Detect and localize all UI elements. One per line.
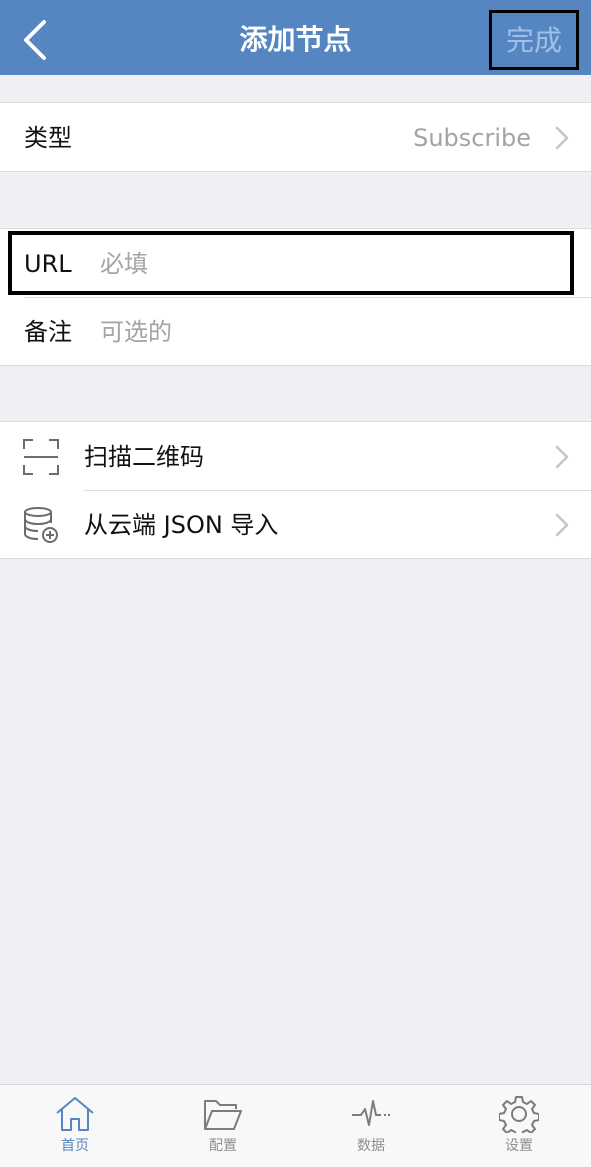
tab-data-label: 数据 bbox=[357, 1138, 385, 1154]
type-value: Subscribe bbox=[413, 124, 531, 152]
done-button[interactable]: 完成 bbox=[489, 10, 579, 70]
folder-icon bbox=[204, 1100, 242, 1130]
tab-bar: 首页 配置 数据 设置 bbox=[0, 1084, 591, 1167]
navigation-bar: 添加节点 完成 bbox=[0, 0, 591, 75]
url-row: URL 必填 bbox=[0, 229, 591, 297]
gear-icon bbox=[499, 1096, 539, 1133]
home-icon bbox=[56, 1097, 94, 1131]
pulse-icon bbox=[352, 1100, 390, 1126]
import-json-label: 从云端 JSON 导入 bbox=[84, 511, 279, 539]
url-label: URL bbox=[24, 250, 72, 278]
qr-scan-icon bbox=[23, 439, 59, 475]
type-section: 类型 Subscribe bbox=[0, 102, 591, 172]
chevron-right-icon bbox=[555, 126, 569, 150]
tab-config[interactable]: 配置 bbox=[163, 1085, 283, 1167]
chevron-right-icon bbox=[555, 513, 569, 537]
tab-settings[interactable]: 设置 bbox=[459, 1085, 579, 1167]
chevron-right-icon bbox=[555, 445, 569, 469]
type-row[interactable]: 类型 Subscribe bbox=[0, 103, 591, 171]
tab-home-label: 首页 bbox=[61, 1138, 89, 1154]
tab-home[interactable]: 首页 bbox=[15, 1085, 135, 1167]
database-import-icon bbox=[24, 507, 58, 543]
fields-section: URL 必填 备注 可选的 bbox=[0, 228, 591, 366]
import-json-row[interactable]: 从云端 JSON 导入 bbox=[0, 490, 591, 558]
scan-qr-row[interactable]: 扫描二维码 bbox=[0, 422, 591, 490]
note-input[interactable]: 可选的 bbox=[100, 297, 172, 365]
type-label: 类型 bbox=[24, 124, 72, 152]
note-label: 备注 bbox=[24, 318, 72, 346]
url-input[interactable]: 必填 bbox=[100, 229, 148, 297]
tab-settings-label: 设置 bbox=[505, 1138, 533, 1154]
tab-data[interactable]: 数据 bbox=[311, 1085, 431, 1167]
note-row: 备注 可选的 bbox=[0, 297, 591, 365]
tab-config-label: 配置 bbox=[209, 1138, 237, 1154]
actions-section: 扫描二维码 从云端 JSON 导入 bbox=[0, 421, 591, 559]
scan-qr-label: 扫描二维码 bbox=[84, 443, 204, 471]
